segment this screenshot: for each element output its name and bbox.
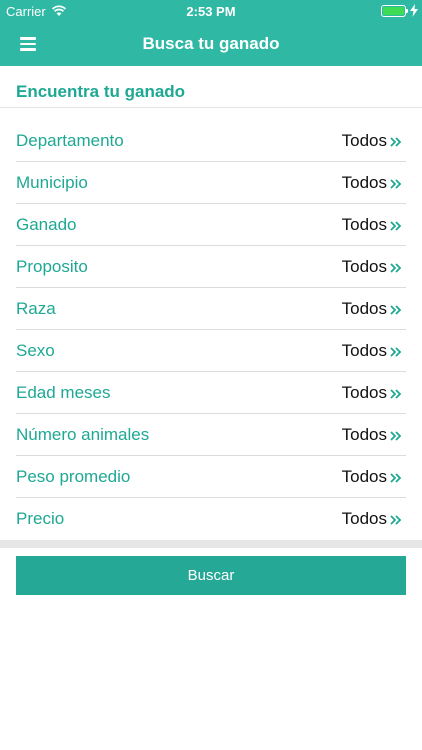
filter-value: Todos <box>341 173 387 192</box>
double-chevron-right-icon <box>390 221 402 231</box>
filter-row-precio[interactable]: Precio Todos <box>0 498 422 540</box>
filter-label: Edad meses <box>16 383 111 402</box>
double-chevron-right-icon <box>390 179 402 189</box>
filter-label: Departamento <box>16 131 124 150</box>
double-chevron-right-icon <box>390 389 402 399</box>
double-chevron-right-icon <box>390 431 402 441</box>
status-time: 2:53 PM <box>186 4 236 19</box>
double-chevron-right-icon <box>390 305 402 315</box>
filter-value: Todos <box>341 467 387 486</box>
filter-row-ganado[interactable]: Ganado Todos <box>0 204 422 246</box>
filter-label: Ganado <box>16 215 77 234</box>
filter-list: Departamento Todos Municipio Todos Ganad… <box>0 120 422 540</box>
filter-value: Todos <box>341 131 387 150</box>
filter-label: Sexo <box>16 341 55 360</box>
filter-label: Municipio <box>16 173 88 192</box>
filter-value: Todos <box>341 383 387 402</box>
filter-row-proposito[interactable]: Proposito Todos <box>0 246 422 288</box>
section-title: Encuentra tu ganado <box>16 82 186 101</box>
double-chevron-right-icon <box>390 137 402 147</box>
filter-label: Raza <box>16 299 56 318</box>
filter-label: Precio <box>16 509 65 528</box>
filter-value: Todos <box>341 341 387 360</box>
filter-row-numero-animales[interactable]: Número animales Todos <box>0 414 422 456</box>
filter-row-sexo[interactable]: Sexo Todos <box>0 330 422 372</box>
double-chevron-right-icon <box>390 263 402 273</box>
status-bar: Carrier 2:53 PM <box>0 0 422 22</box>
filter-row-raza[interactable]: Raza Todos <box>0 288 422 330</box>
battery-cap <box>406 9 408 13</box>
filter-value: Todos <box>341 509 387 528</box>
filter-row-municipio[interactable]: Municipio Todos <box>0 162 422 204</box>
search-button[interactable]: Buscar <box>16 556 406 595</box>
nav-bar: Busca tu ganado <box>0 22 422 66</box>
double-chevron-right-icon <box>390 473 402 483</box>
filter-label: Número animales <box>16 425 150 444</box>
charging-bolt-icon <box>410 4 418 17</box>
filter-value: Todos <box>341 299 387 318</box>
section-separator <box>0 540 422 548</box>
app-header: Carrier 2:53 PM Busca tu ganado <box>0 0 422 66</box>
nav-title: Busca tu ganado <box>142 34 280 53</box>
filter-label: Peso promedio <box>16 467 131 486</box>
filter-row-edad-meses[interactable]: Edad meses Todos <box>0 372 422 414</box>
filter-value: Todos <box>341 257 387 276</box>
battery-icon <box>381 5 406 17</box>
filter-label: Proposito <box>16 257 88 276</box>
filter-value: Todos <box>341 425 387 444</box>
section-divider <box>0 107 422 108</box>
double-chevron-right-icon <box>390 347 402 357</box>
filter-row-peso-promedio[interactable]: Peso promedio Todos <box>0 456 422 498</box>
double-chevron-right-icon <box>390 515 402 525</box>
filter-row-departamento[interactable]: Departamento Todos <box>0 120 422 162</box>
filter-value: Todos <box>341 215 387 234</box>
